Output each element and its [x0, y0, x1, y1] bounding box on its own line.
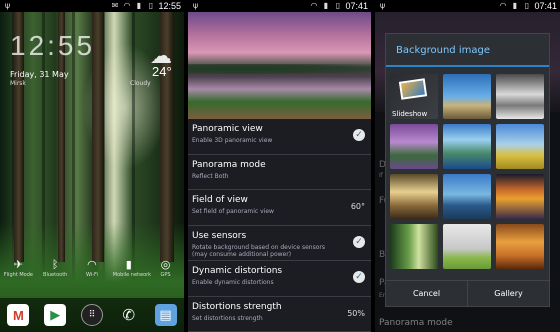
status-time: 07:41 — [534, 1, 557, 11]
wifi-icon: ◠ — [123, 1, 131, 10]
toggle-label: Mobile network — [112, 272, 152, 278]
settings-panel: ψ ◠ ▮ ▯ 07:41 Panoramic view Enable 3D p… — [188, 0, 371, 332]
wallpaper-thumbnail[interactable] — [443, 174, 491, 219]
signal-icon: ▮ — [512, 1, 518, 10]
status-bar: ψ ✉ ◠ ▮ ▯ 12:55 — [0, 0, 184, 12]
setting-title: Distortions strength — [192, 301, 282, 312]
toggle-label: GPS — [160, 272, 171, 278]
wallpaper-thumbnail[interactable] — [443, 74, 491, 119]
wifi-icon: ◠ — [310, 1, 318, 10]
wallpaper-thumbnail[interactable] — [443, 124, 491, 169]
setting-title: Panorama mode — [192, 159, 266, 170]
home-screen-panel: ψ ✉ ◠ ▮ ▯ 12:55 12:55 Friday, 31 May Mir… — [0, 0, 184, 332]
setting-panorama-mode[interactable]: Panorama mode Reflect Both — [188, 155, 371, 190]
setting-subtitle: Set distortions strength — [192, 314, 263, 322]
clock-widget[interactable]: 12:55 — [10, 30, 95, 62]
background-picker-panel: ψ ◠ ▮ ▯ 07:41 Do If y Fu Ba Pa En Backgr… — [375, 0, 560, 332]
background-image-dialog: Background image Slideshow Cancel Galler… — [385, 33, 550, 307]
signal-icon: ▮ — [323, 1, 329, 10]
temperature-label: 24° — [152, 64, 172, 79]
setting-subtitle: Set field of panoramic view — [192, 208, 274, 215]
date-label: Friday, 31 May — [10, 70, 69, 79]
toggle-bluetooth[interactable]: ᛒ Bluetooth — [39, 258, 71, 288]
cancel-button[interactable]: Cancel — [386, 281, 467, 306]
setting-dynamic-distortions[interactable]: Dynamic distortions Enable dynamic disto… — [188, 261, 371, 297]
toggle-flight-mode[interactable]: ✈ Flight Mode — [2, 258, 34, 288]
toggle-mobile-network[interactable]: ▮ Mobile network — [112, 258, 152, 288]
setting-subtitle: Enable dynamic distortions — [192, 279, 274, 286]
slideshow-thumbnail[interactable]: Slideshow — [390, 74, 438, 119]
usb-icon: ψ — [192, 1, 199, 10]
dialog-button-bar: Cancel Gallery — [386, 280, 549, 306]
battery-icon: ▯ — [148, 1, 154, 10]
status-time: 12:55 — [158, 1, 181, 11]
setting-panoramic-view[interactable]: Panoramic view Enable 3D panoramic view … — [188, 119, 371, 155]
wallpaper-thumbnail[interactable] — [390, 174, 438, 219]
background-preview-image — [188, 12, 371, 119]
wallpaper-thumbnail[interactable] — [496, 74, 544, 119]
location-label: Mirsk — [10, 80, 26, 87]
faded-setting-title: Panorama mode — [379, 318, 453, 328]
setting-distortions-strength[interactable]: Distortions strength Set distortions str… — [188, 297, 371, 332]
wallpaper-thumbnail[interactable] — [496, 224, 544, 269]
gmail-icon[interactable]: M — [7, 304, 30, 326]
setting-subtitle: Enable 3D panoramic view — [192, 137, 273, 144]
weather-condition: Cloudy — [130, 80, 151, 87]
wifi-icon: ◠ — [87, 258, 97, 271]
all-apps-icon[interactable]: ⠿ — [80, 304, 103, 326]
battery-icon: ▯ — [335, 1, 341, 10]
setting-value: 50% — [347, 308, 365, 318]
mobile-network-icon: ▮ — [125, 258, 132, 271]
toggle-wifi[interactable]: ◠ Wi-Fi — [76, 258, 108, 288]
wallpaper-thumbnail[interactable] — [443, 224, 491, 269]
airplane-icon: ✈ — [13, 258, 23, 271]
quick-settings-toggles: ✈ Flight Mode ᛒ Bluetooth ◠ Wi-Fi ▮ Mobi… — [0, 258, 184, 288]
wifi-icon: ◠ — [499, 1, 507, 10]
app-dock: M ▶ ⠿ ✆ ▤ — [0, 298, 184, 332]
toggle-label: Bluetooth — [43, 272, 68, 278]
setting-value: 60° — [350, 202, 365, 211]
gps-icon: ◎ — [160, 258, 171, 271]
phone-icon[interactable]: ✆ — [118, 304, 140, 326]
usb-icon: ψ — [379, 1, 386, 10]
setting-use-sensors[interactable]: Use sensors Rotate background based on d… — [188, 226, 371, 261]
checkbox-checked-icon[interactable]: ✓ — [353, 271, 365, 283]
slideshow-label: Slideshow — [392, 110, 428, 118]
signal-icon: ▮ — [136, 1, 142, 10]
status-bar: ψ ◠ ▮ ▯ 07:41 — [375, 0, 560, 12]
checkbox-checked-icon[interactable]: ✓ — [353, 129, 365, 141]
setting-subtitle: Reflect Both — [192, 172, 229, 180]
wallpaper-thumbnail[interactable] — [496, 124, 544, 169]
checkbox-checked-icon[interactable]: ✓ — [353, 235, 365, 248]
dialog-title: Background image — [386, 34, 549, 67]
play-store-icon[interactable]: ▶ — [44, 304, 67, 326]
setting-field-of-view[interactable]: Field of view Set field of panoramic vie… — [188, 190, 371, 226]
setting-title: Field of view — [192, 195, 248, 205]
usb-icon: ψ — [4, 1, 11, 10]
setting-title: Panoramic view — [192, 124, 263, 134]
toggle-gps[interactable]: ◎ GPS — [150, 258, 182, 288]
setting-title: Use sensors — [192, 230, 247, 241]
slideshow-icon — [398, 78, 428, 100]
wallpaper-thumbnail[interactable] — [390, 224, 438, 269]
status-bar: ψ ◠ ▮ ▯ 07:41 — [188, 0, 371, 12]
status-time: 07:41 — [345, 1, 368, 11]
setting-subtitle: Rotate background based on device sensor… — [192, 243, 325, 258]
toggle-label: Flight Mode — [3, 272, 33, 278]
toggle-label: Wi-Fi — [86, 272, 98, 278]
wallpaper-thumbnail[interactable] — [390, 124, 438, 169]
mail-icon: ✉ — [111, 1, 119, 10]
wallpaper-thumbnail[interactable] — [496, 174, 544, 219]
gallery-button[interactable]: Gallery — [467, 281, 549, 306]
contacts-icon[interactable]: ▤ — [154, 304, 177, 326]
bluetooth-icon: ᛒ — [51, 258, 59, 271]
settings-list: Panoramic view Enable 3D panoramic view … — [188, 119, 371, 332]
battery-icon: ▯ — [524, 1, 530, 10]
thumbnail-grid: Slideshow — [390, 74, 547, 269]
setting-title: Dynamic distortions — [192, 266, 283, 276]
